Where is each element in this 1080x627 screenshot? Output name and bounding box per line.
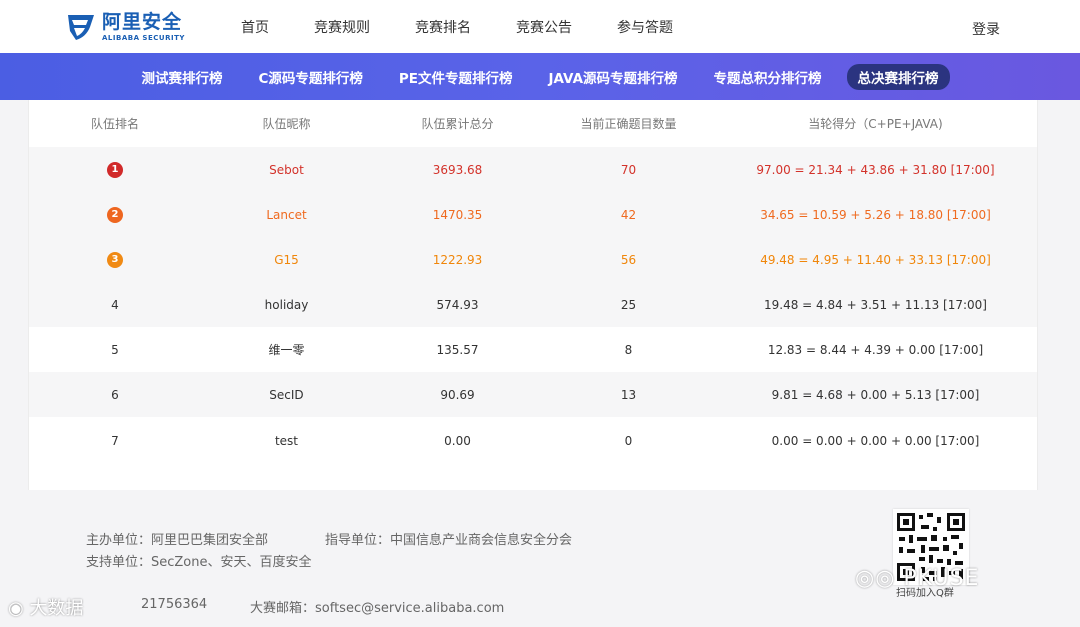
host-org: 主办单位：阿里巴巴集团安全部 <box>86 533 269 548</box>
correct-count: 56 <box>620 252 637 267</box>
table-header: 队伍排名 队伍昵称 队伍累计总分 当前正确题目数量 当轮得分（C+PE+JAVA… <box>29 100 1037 147</box>
team-name: test <box>274 433 299 448</box>
correct-count: 8 <box>624 342 633 357</box>
table-row: 4 holiday 574.93 25 19.48 = 4.84 + 3.51 … <box>29 282 1037 327</box>
team-name: Sebot <box>269 162 304 177</box>
round-score: 34.65 = 10.59 + 5.26 + 18.80 [17:00] <box>760 207 991 222</box>
nav-announcements[interactable]: 竞赛公告 <box>516 17 572 37</box>
guide-org: 指导单位：中国信息产业商会信息安全分会 <box>325 533 573 548</box>
logo-english: ALIBABA SECURITY <box>102 33 185 42</box>
total-score: 1222.93 <box>432 252 483 267</box>
tab-total-points-leaderboard[interactable]: 专题总积分排行榜 <box>703 64 833 90</box>
rank: 4 <box>111 297 119 312</box>
header-rank: 队伍排名 <box>90 117 139 131</box>
shield-logo-icon <box>68 15 94 40</box>
rank: 7 <box>111 433 119 448</box>
bronze-rank-badge: 3 <box>107 252 123 268</box>
table-row: 5 维一零 135.57 8 12.83 = 8.44 + 4.39 + 0.0… <box>29 327 1037 372</box>
team-name: SecID <box>269 387 304 402</box>
team-name: holiday <box>264 297 309 312</box>
correct-count: 13 <box>620 387 637 402</box>
gold-rank-badge: 1 <box>107 162 123 178</box>
round-score: 9.81 = 4.68 + 0.00 + 5.13 [17:00] <box>771 387 980 402</box>
header-total-score: 队伍累计总分 <box>421 117 494 131</box>
nav-rules[interactable]: 竞赛规则 <box>314 17 370 37</box>
tab-java-source-leaderboard[interactable]: JAVA源码专题排行榜 <box>538 64 689 90</box>
round-score: 19.48 = 4.84 + 3.51 + 11.13 [17:00] <box>764 297 987 312</box>
total-score: 135.57 <box>436 342 479 357</box>
leaderboard-tabs: 测试赛排行榜 C源码专题排行榜 PE文件专题排行榜 JAVA源码专题排行榜 专题… <box>0 53 1080 100</box>
total-score: 1470.35 <box>432 207 483 222</box>
tab-final-leaderboard[interactable]: 总决赛排行榜 <box>846 63 950 90</box>
team-name: 维一零 <box>268 343 305 357</box>
round-score: 12.83 = 8.44 + 4.39 + 0.00 [17:00] <box>767 342 984 357</box>
rank: 5 <box>111 342 119 357</box>
nav-home[interactable]: 首页 <box>241 17 269 37</box>
weibo-icon: ◉ <box>8 598 30 619</box>
wechat-icon: ◎◎ <box>855 566 904 591</box>
table-row: 7 test 0.00 0 0.00 = 0.00 + 0.00 + 0.00 … <box>29 418 1037 463</box>
correct-count: 42 <box>620 207 637 222</box>
total-score: 3693.68 <box>432 162 483 177</box>
tab-pe-file-leaderboard[interactable]: PE文件专题排行榜 <box>388 64 524 90</box>
rank: 6 <box>111 387 119 402</box>
login-link[interactable]: 登录 <box>972 19 1000 39</box>
nav-ranking[interactable]: 竞赛排名 <box>415 17 471 37</box>
round-score: 0.00 = 0.00 + 0.00 + 0.00 [17:00] <box>771 433 980 448</box>
total-score: 0.00 <box>444 433 471 448</box>
watermark-right: ◎◎ PKUSE <box>855 566 979 591</box>
round-score: 97.00 = 21.34 + 43.86 + 31.80 [17:00] <box>756 162 995 177</box>
watermark-left: ◉ 大数据 <box>8 594 83 620</box>
total-score: 90.69 <box>440 387 475 402</box>
contest-email[interactable]: 大赛邮箱：softsec@service.alibaba.com <box>250 597 504 616</box>
header-correct-count: 当前正确题目数量 <box>580 117 677 131</box>
header-round-score: 当轮得分（C+PE+JAVA) <box>808 117 943 131</box>
alibaba-security-logo[interactable]: 阿里安全 ALIBABA SECURITY <box>64 11 185 43</box>
main-nav: 首页 竞赛规则 竞赛排名 竞赛公告 参与答题 <box>241 0 718 53</box>
contact-phone: 21756364 <box>141 597 208 612</box>
watermark-left-text: 大数据 <box>29 598 84 619</box>
total-score: 574.93 <box>436 297 479 312</box>
silver-rank-badge: 2 <box>107 207 123 223</box>
logo-chinese: 阿里安全 <box>102 10 183 33</box>
team-name: G15 <box>274 252 299 267</box>
header-team-name: 队伍昵称 <box>262 117 311 131</box>
table-row: 2 Lancet 1470.35 42 34.65 = 10.59 + 5.26… <box>29 192 1037 237</box>
leaderboard-table: 队伍排名 队伍昵称 队伍累计总分 当前正确题目数量 当轮得分（C+PE+JAVA… <box>28 100 1038 490</box>
tab-test-leaderboard[interactable]: 测试赛排行榜 <box>130 64 233 90</box>
tab-c-source-leaderboard[interactable]: C源码专题排行榜 <box>247 64 373 90</box>
table-row: 1 Sebot 3693.68 70 97.00 = 21.34 + 43.86… <box>29 147 1037 192</box>
table-row: 6 SecID 90.69 13 9.81 = 4.68 + 0.00 + 5.… <box>29 372 1037 417</box>
table-row: 3 G15 1222.93 56 49.48 = 4.95 + 11.40 + … <box>29 237 1037 282</box>
support-orgs: 支持单位：SecZone、安天、百度安全 <box>86 555 312 570</box>
correct-count: 25 <box>620 297 637 312</box>
round-score: 49.48 = 4.95 + 11.40 + 33.13 [17:00] <box>760 252 991 267</box>
nav-answer[interactable]: 参与答题 <box>617 17 673 37</box>
correct-count: 70 <box>620 162 637 177</box>
team-name: Lancet <box>266 207 307 222</box>
top-header: 阿里安全 ALIBABA SECURITY 首页 竞赛规则 竞赛排名 竞赛公告 … <box>0 0 1080 54</box>
correct-count: 0 <box>624 433 633 448</box>
watermark-right-text: PKUSE <box>903 566 980 591</box>
